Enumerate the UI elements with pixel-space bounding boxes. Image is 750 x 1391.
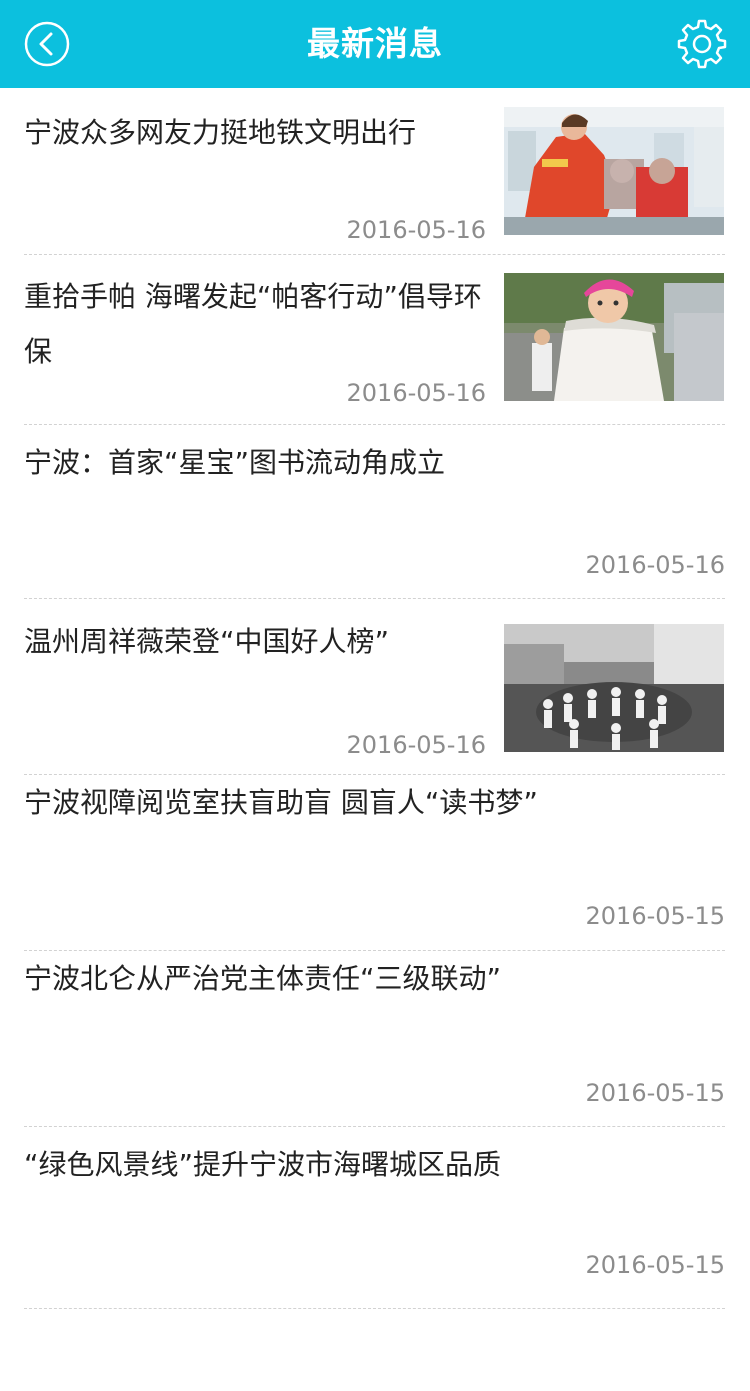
- news-date: 2016-05-15: [585, 902, 725, 930]
- news-item[interactable]: 宁波视障阅览室扶盲助盲 圆盲人“读书梦” 2016-05-15: [0, 775, 750, 950]
- news-item[interactable]: 重拾手帕 海曙发起“帕客行动”倡导环保 2016-05-16: [0, 255, 750, 424]
- news-item[interactable]: “绿色风景线”提升宁波市海曙城区品质 2016-05-15: [0, 1127, 750, 1308]
- settings-button[interactable]: [676, 18, 728, 70]
- news-title: 宁波视障阅览室扶盲助盲 圆盲人“读书梦”: [24, 786, 538, 819]
- divider: [24, 1308, 725, 1309]
- news-title: 温州周祥薇荣登“中国好人榜”: [24, 625, 390, 658]
- news-title: 重拾手帕 海曙发起“帕客行动”倡导环保: [24, 280, 482, 368]
- news-date: 2016-05-15: [585, 1079, 725, 1107]
- news-date: 2016-05-15: [585, 1251, 725, 1279]
- news-date: 2016-05-16: [585, 551, 725, 579]
- gear-icon: [677, 19, 727, 69]
- chevron-left-circle-icon: [24, 21, 70, 67]
- news-date: 2016-05-16: [346, 731, 486, 759]
- page-title: 最新消息: [307, 24, 443, 63]
- back-button[interactable]: [24, 21, 70, 67]
- news-item[interactable]: 宁波众多网友力挺地铁文明出行 2016-05-16: [0, 88, 750, 254]
- news-item[interactable]: 宁波北仑从严治党主体责任“三级联动” 2016-05-15: [0, 951, 750, 1126]
- news-title: “绿色风景线”提升宁波市海曙城区品质: [24, 1148, 502, 1181]
- news-thumbnail: [504, 273, 724, 401]
- news-item[interactable]: 温州周祥薇荣登“中国好人榜” 2016-05-16: [0, 599, 750, 774]
- news-thumbnail: [504, 107, 724, 235]
- top-bar: 最新消息: [0, 0, 750, 88]
- news-title: 宁波北仑从严治党主体责任“三级联动”: [24, 962, 502, 995]
- news-thumbnail: [504, 624, 724, 752]
- news-date: 2016-05-16: [346, 216, 486, 244]
- news-title: 宁波：首家“星宝”图书流动角成立: [24, 446, 446, 479]
- news-title: 宁波众多网友力挺地铁文明出行: [24, 116, 417, 149]
- news-date: 2016-05-16: [346, 379, 486, 407]
- news-item[interactable]: 宁波：首家“星宝”图书流动角成立 2016-05-16: [0, 425, 750, 598]
